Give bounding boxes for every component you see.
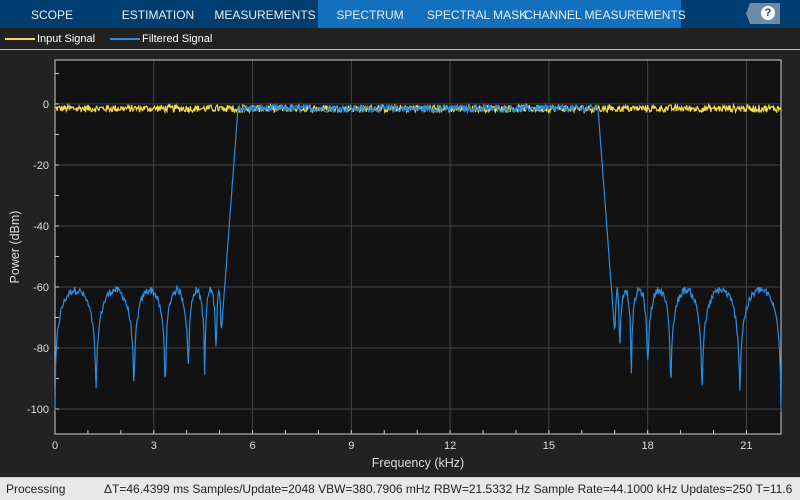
- y-tick-label: -20: [33, 160, 49, 172]
- spectrum-plot[interactable]: 0 3 6 9 12 15 18 21 0 -20 -40 -60 -80 -100 Frequency (…: [0, 0, 800, 477]
- x-tick-label: 21: [740, 440, 752, 452]
- status-measurements: ΔT=46.4399 ms Samples/Update=2048 VBW=38…: [104, 482, 793, 496]
- status-bar: Processing ΔT=46.4399 ms Samples/Update=…: [0, 477, 800, 500]
- plot-area: [55, 60, 781, 434]
- y-tick-label: -100: [27, 404, 49, 416]
- x-tick-label: 9: [348, 440, 354, 452]
- x-tick-label: 6: [249, 440, 255, 452]
- y-axis-label: Power (dBm): [8, 211, 22, 284]
- x-tick-label: 0: [52, 440, 58, 452]
- y-tick-label: -80: [33, 343, 49, 355]
- y-tick-label: -40: [33, 221, 49, 233]
- x-tick-label: 12: [444, 440, 456, 452]
- x-tick-label: 3: [151, 440, 157, 452]
- status-state: Processing: [6, 482, 66, 496]
- x-axis-label: Frequency (kHz): [372, 456, 464, 470]
- y-tick-label: 0: [43, 99, 49, 111]
- y-tick-label: -60: [33, 282, 49, 294]
- x-tick-label: 18: [642, 440, 654, 452]
- x-tick-label: 15: [543, 440, 555, 452]
